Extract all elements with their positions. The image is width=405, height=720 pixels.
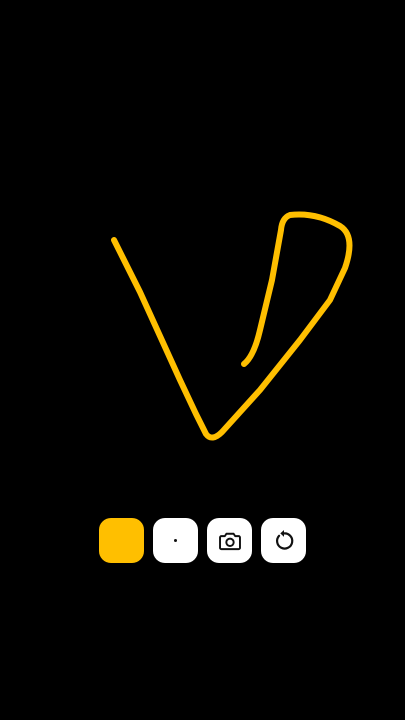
- camera-icon: [218, 532, 241, 550]
- drawing-toolbar: [99, 518, 306, 563]
- dot-icon: [174, 539, 177, 542]
- undo-button[interactable]: [261, 518, 306, 563]
- drawing-canvas[interactable]: [0, 0, 405, 720]
- screenshot-button[interactable]: [207, 518, 252, 563]
- color-picker-button[interactable]: [99, 518, 144, 563]
- brush-size-button[interactable]: [153, 518, 198, 563]
- undo-icon: [275, 529, 293, 550]
- drawn-stroke: [111, 211, 353, 441]
